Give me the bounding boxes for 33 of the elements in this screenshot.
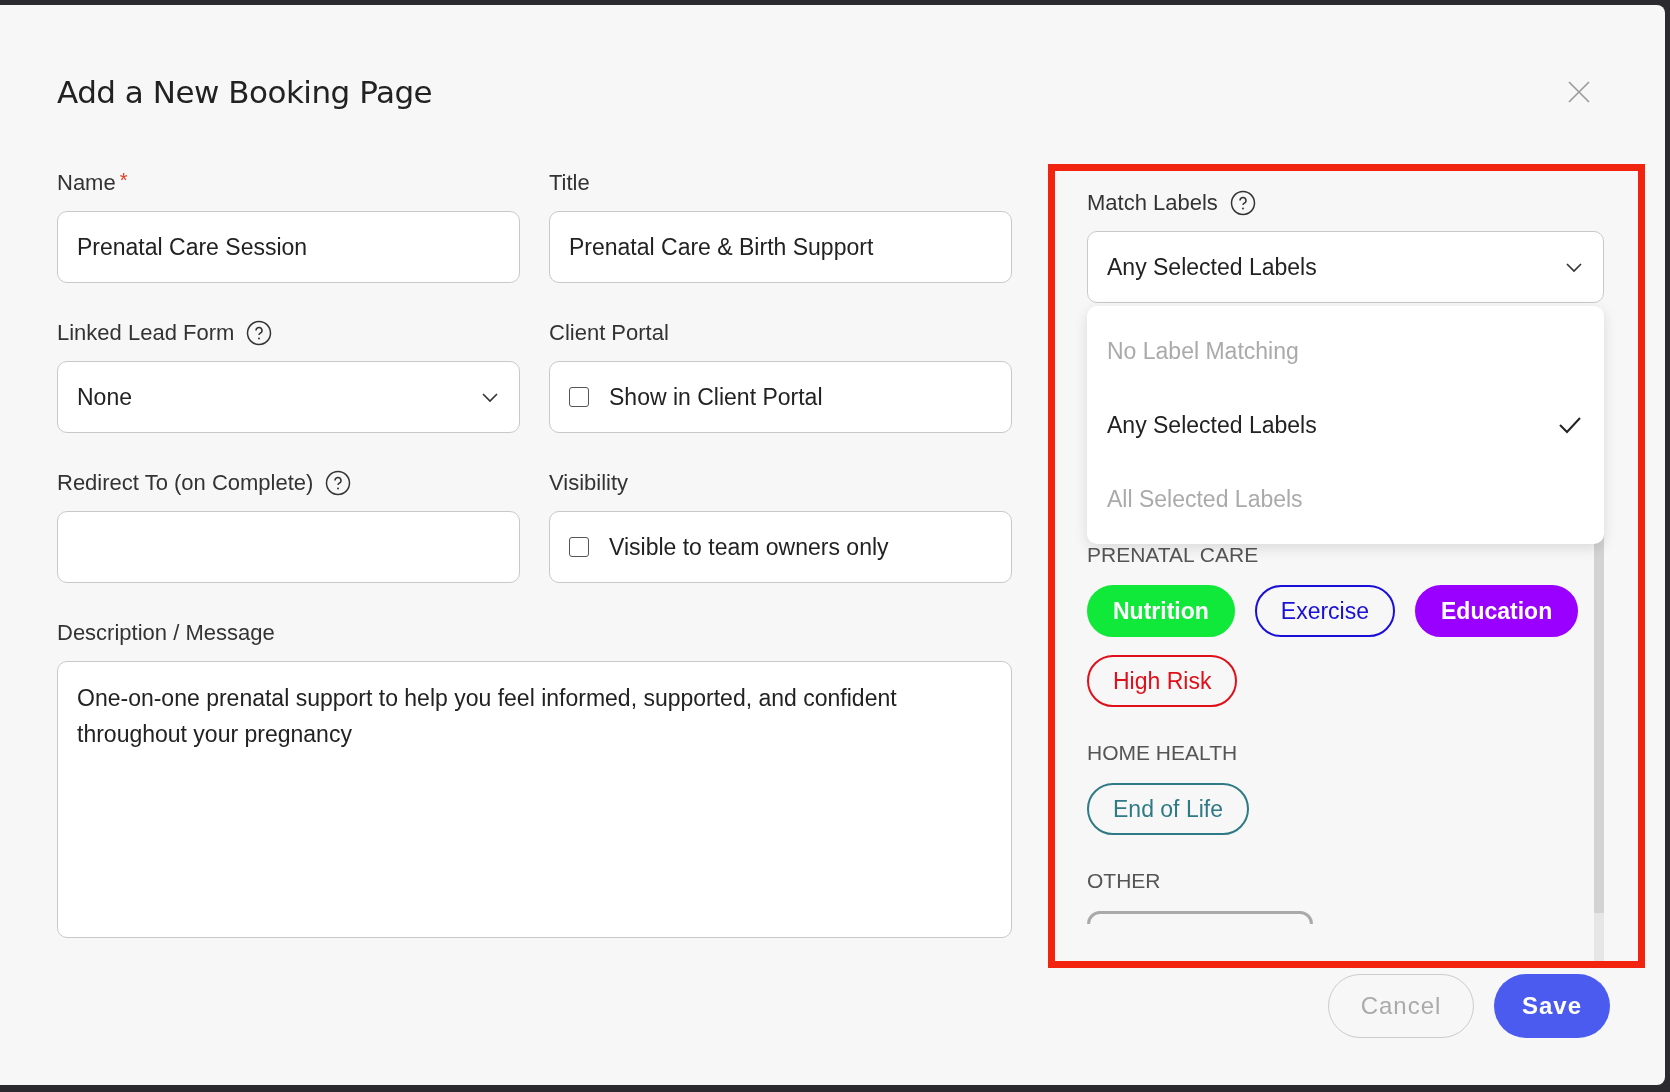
label-pill[interactable]: High Risk	[1087, 655, 1238, 707]
select-field[interactable]: Any Selected Labels	[1087, 231, 1604, 303]
textarea-field[interactable]: One-on-one prenatal support to help you feel informed, supported, and confident throughout your pregnancy	[57, 661, 1012, 938]
group-heading: OTHER	[1087, 869, 1162, 893]
required-mark: *	[119, 169, 128, 192]
input-field[interactable]: Prenatal Care & Birth Support	[549, 211, 1012, 283]
select-field[interactable]: None	[57, 361, 520, 433]
field-label: Linked Lead Form	[57, 320, 235, 346]
field-label: Title	[549, 170, 590, 196]
field-label: Client Portal	[549, 320, 669, 346]
field-label: Name	[57, 170, 116, 196]
label-pill[interactable]: End of Life	[1087, 783, 1249, 835]
help-icon[interactable]	[325, 470, 352, 496]
dialog-title: Add a New Booking Page	[57, 74, 433, 110]
save-button[interactable]: Save	[1494, 974, 1610, 1038]
group-heading: HOME HEALTH	[1087, 741, 1239, 765]
input-field[interactable]	[57, 511, 520, 583]
field-label: Redirect To (on Complete)	[57, 470, 314, 496]
help-icon[interactable]	[246, 320, 273, 346]
label-pill[interactable]: Exercise	[1254, 585, 1395, 637]
menu-option[interactable]: Any Selected Labels	[1087, 388, 1604, 462]
input-field[interactable]: Prenatal Care Session	[57, 211, 520, 283]
checkbox-field[interactable]: Visible to team owners only	[549, 511, 1012, 583]
checkbox-field[interactable]: Show in Client Portal	[549, 361, 1012, 433]
field-label: Match Labels	[1087, 190, 1218, 216]
label-pill[interactable]: Education	[1415, 585, 1579, 637]
field-label: Description / Message	[57, 620, 275, 646]
field-label: Visibility	[549, 470, 629, 496]
checkbox[interactable]	[569, 387, 589, 407]
help-icon[interactable]	[1229, 190, 1256, 216]
close-icon[interactable]	[1567, 80, 1591, 104]
checkbox[interactable]	[569, 537, 589, 557]
group-heading: PRENATAL CARE	[1087, 543, 1260, 567]
